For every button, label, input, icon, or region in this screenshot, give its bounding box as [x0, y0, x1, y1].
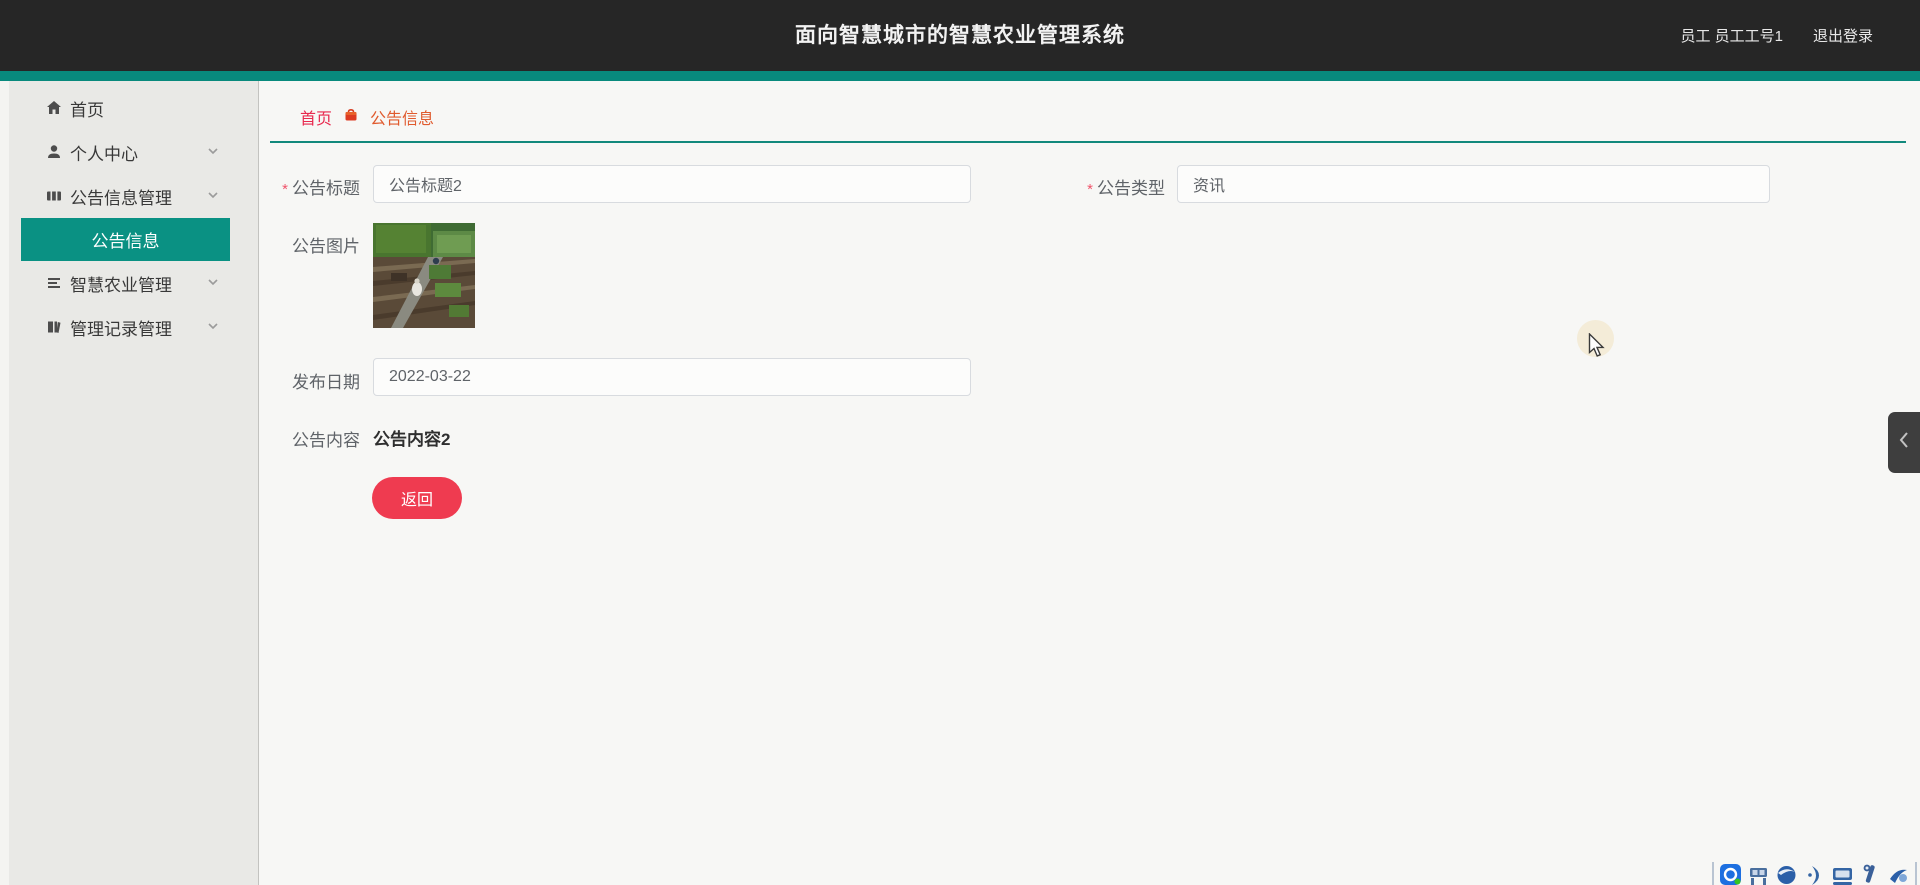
- chevron-down-icon: [206, 144, 222, 160]
- sidebar-item-smart-agriculture-mgmt[interactable]: 智慧农业管理: [0, 261, 259, 305]
- sidebar-subitem-label: 公告信息: [91, 232, 160, 251]
- sidebar-item-personal-center[interactable]: 个人中心: [0, 130, 259, 174]
- breadcrumb-separator-icon: [344, 108, 358, 127]
- sidebar-item-label: 个人中心: [70, 144, 138, 164]
- tray-pointer-icon[interactable]: [1887, 862, 1910, 885]
- tray-globe-icon[interactable]: [1775, 862, 1798, 885]
- breadcrumb-home-link[interactable]: 首页: [300, 105, 332, 129]
- mouse-cursor: [1588, 332, 1607, 364]
- announcement-image[interactable]: [373, 223, 475, 328]
- logout-link[interactable]: 退出登录: [1813, 25, 1873, 46]
- sidebar-item-label: 智慧农业管理: [70, 275, 172, 295]
- sidebar-item-announcement-mgmt[interactable]: 公告信息管理: [0, 174, 259, 218]
- top-header: 面向智慧城市的智慧农业管理系统 员工 员工工号1 退出登录: [0, 0, 1920, 71]
- sidebar-item-records-mgmt[interactable]: 管理记录管理: [0, 305, 259, 349]
- app-title: 面向智慧城市的智慧农业管理系统: [795, 24, 1125, 47]
- publish-date-label: 发布日期: [292, 373, 360, 392]
- app-window: 面向智慧城市的智慧农业管理系统 员工 员工工号1 退出登录 首页 个人中心 公告…: [0, 0, 1920, 885]
- home-icon: [44, 98, 64, 118]
- accent-strip: [0, 71, 1920, 81]
- tray-separator: [1915, 862, 1917, 885]
- list-icon: [44, 273, 64, 293]
- sidebar-subitem-announcement-info-active[interactable]: 公告信息: [21, 218, 230, 261]
- back-button[interactable]: 返回: [372, 477, 462, 519]
- announcement-title-input[interactable]: [373, 165, 971, 203]
- system-tray: [1712, 862, 1917, 885]
- sidebar-item-label: 首页: [70, 100, 104, 120]
- announcement-title-label: * 公告标题: [282, 179, 360, 198]
- announcement-image-label: 公告图片: [292, 237, 360, 256]
- chevron-down-icon: [206, 319, 222, 335]
- required-asterisk: *: [1087, 181, 1093, 198]
- current-user[interactable]: 员工 员工工号1: [1680, 25, 1783, 46]
- publish-date-input[interactable]: [373, 358, 971, 396]
- required-asterisk: *: [282, 181, 288, 198]
- records-icon: [44, 317, 64, 337]
- tray-disk-icon[interactable]: [1831, 862, 1854, 885]
- chevron-down-icon: [206, 275, 222, 291]
- announcement-type-input[interactable]: [1177, 165, 1770, 203]
- sidebar-item-label: 管理记录管理: [70, 319, 172, 339]
- tray-separator: [1712, 862, 1714, 885]
- chevron-left-icon: [1898, 431, 1910, 454]
- main-content: 首页 公告信息 *公告标题 *公告类型 公告图片: [260, 81, 1920, 885]
- announcement-type-label: * 公告类型: [1087, 179, 1165, 198]
- announcement-content-label: 公告内容: [292, 431, 360, 450]
- tray-tools-icon[interactable]: [1859, 862, 1882, 885]
- header-user-area: 员工 员工工号1 退出登录: [1680, 0, 1873, 71]
- tray-app-icon[interactable]: [1719, 862, 1742, 885]
- tray-crescent-icon[interactable]: [1803, 862, 1826, 885]
- chevron-down-icon: [206, 188, 222, 204]
- collapse-panel-tab[interactable]: [1888, 412, 1920, 473]
- breadcrumb: 首页 公告信息: [300, 105, 434, 129]
- announcement-content-value: 公告内容2: [373, 430, 451, 449]
- sidebar-menu: 首页 个人中心 公告信息管理 公告信息 智慧农业管理 管理记录管理: [0, 86, 259, 349]
- breadcrumb-divider: [270, 141, 1906, 143]
- user-icon: [44, 142, 64, 162]
- tray-devices-icon[interactable]: [1747, 862, 1770, 885]
- sidebar-item-label: 公告信息管理: [70, 188, 172, 208]
- breadcrumb-current[interactable]: 公告信息: [370, 105, 434, 129]
- sidebar: 首页 个人中心 公告信息管理 公告信息 智慧农业管理 管理记录管理: [0, 81, 259, 885]
- sidebar-item-home[interactable]: 首页: [0, 86, 259, 130]
- announcement-icon: [44, 186, 64, 206]
